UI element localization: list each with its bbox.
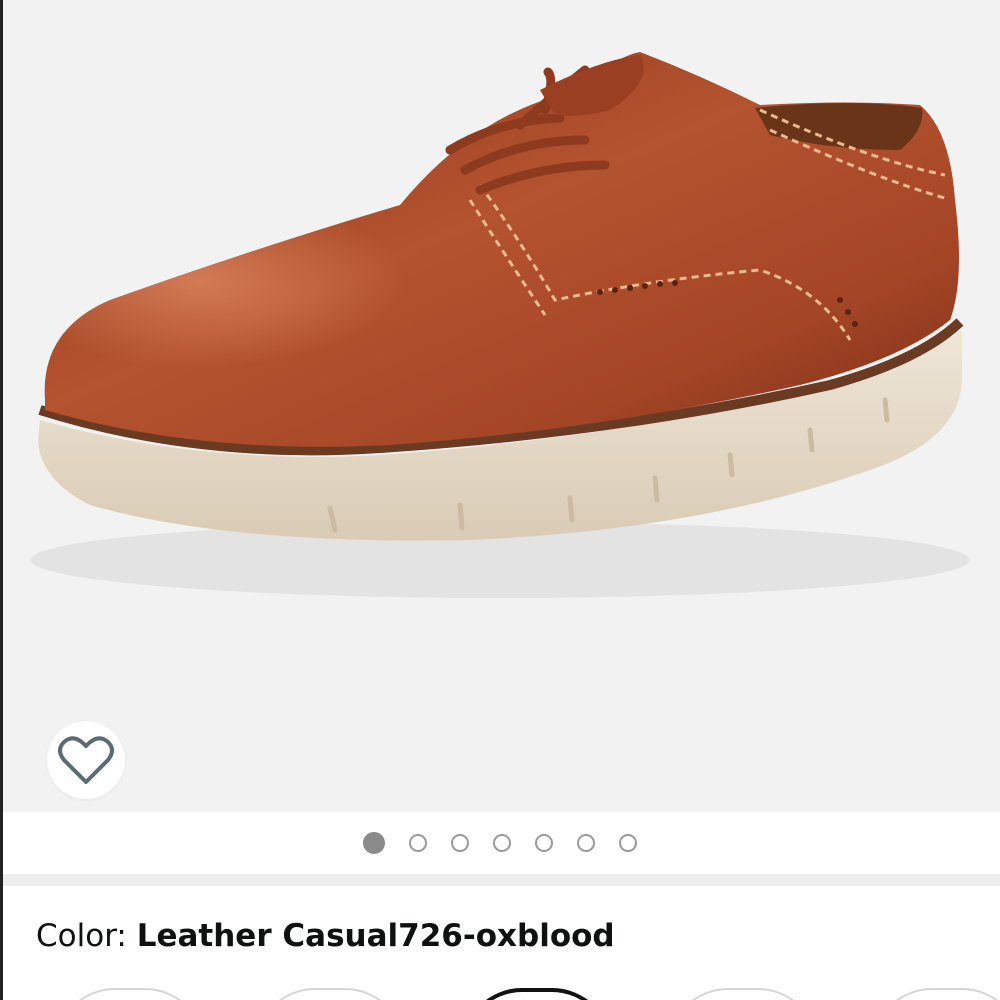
selected-color-row: Color: Leather Casual726-oxblood — [36, 918, 615, 954]
product-image[interactable] — [0, 0, 1000, 812]
color-swatch[interactable] — [55, 988, 205, 1000]
screen-edge — [0, 0, 3, 1000]
color-swatch[interactable] — [872, 988, 1000, 1000]
color-swatch[interactable] — [462, 988, 612, 1000]
carousel-dot[interactable] — [451, 834, 469, 852]
color-swatch-row — [0, 988, 1000, 1000]
heart-outline-icon — [58, 736, 114, 784]
carousel-dot[interactable] — [493, 834, 511, 852]
wishlist-button[interactable] — [47, 721, 125, 799]
carousel-pagination — [0, 812, 1000, 874]
product-page: Color: Leather Casual726-oxblood — [0, 0, 1000, 1000]
carousel-dot[interactable] — [363, 832, 385, 854]
carousel-dot[interactable] — [619, 834, 637, 852]
carousel-dot[interactable] — [535, 834, 553, 852]
color-label: Color: — [36, 918, 127, 954]
color-swatch[interactable] — [668, 988, 818, 1000]
carousel-dot[interactable] — [577, 834, 595, 852]
color-value: Leather Casual726-oxblood — [136, 918, 615, 954]
product-image-carousel[interactable] — [0, 0, 1000, 812]
section-divider — [0, 874, 1000, 886]
color-swatch[interactable] — [255, 988, 405, 1000]
carousel-dot[interactable] — [409, 834, 427, 852]
